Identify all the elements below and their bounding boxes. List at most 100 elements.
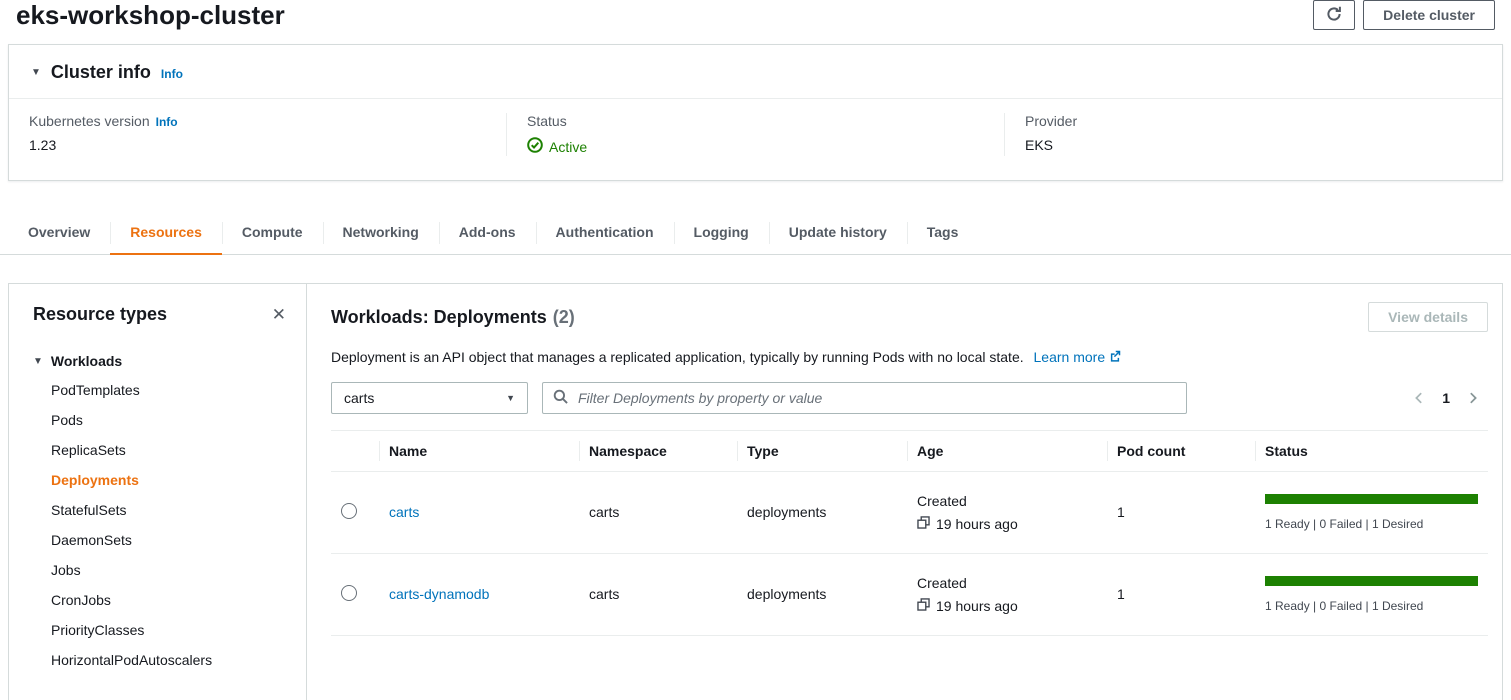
sidebar-item-horizontalpodautoscalers[interactable]: HorizontalPodAutoscalers — [51, 645, 286, 675]
selection-cell — [331, 471, 379, 553]
selection-column-header — [331, 430, 379, 471]
tab-authentication[interactable]: Authentication — [536, 211, 674, 254]
sidebar-item-statefulsets[interactable]: StatefulSets — [51, 495, 286, 525]
col-header-status: Status — [1255, 430, 1488, 471]
sidebar-item-pods[interactable]: Pods — [51, 405, 286, 435]
tab-update-history[interactable]: Update history — [769, 211, 907, 254]
sidebar-item-cronjobs[interactable]: CronJobs — [51, 585, 286, 615]
age-relative-text: 19 hours ago — [936, 516, 1018, 532]
kubernetes-version-value: 1.23 — [29, 137, 486, 153]
tab-tags[interactable]: Tags — [907, 211, 979, 254]
view-details-button[interactable]: View details — [1368, 302, 1488, 332]
selection-cell — [331, 553, 379, 635]
row-radio-button[interactable] — [341, 503, 357, 519]
deployment-name-link[interactable]: carts — [389, 504, 419, 520]
header-actions: Delete cluster — [1313, 0, 1495, 30]
resource-types-header: Resource types ✕ — [33, 304, 286, 325]
type-cell: deployments — [737, 553, 907, 635]
cluster-info-body: Kubernetes version Info 1.23 Status Activ… — [9, 99, 1502, 180]
status-label: Status — [527, 113, 984, 129]
page-header: eks-workshop-cluster Delete cluster — [0, 0, 1511, 30]
kubernetes-version-info-link[interactable]: Info — [156, 115, 178, 129]
table-header-row: Name Namespace Type Age Pod count Status — [331, 430, 1488, 471]
namespace-cell: carts — [579, 553, 737, 635]
deployments-header: Workloads: Deployments (2) View details — [331, 302, 1488, 332]
namespace-filter-dropdown[interactable]: carts ▼ — [331, 382, 528, 414]
previous-page-button[interactable] — [1412, 391, 1426, 405]
deployment-name-link[interactable]: carts-dynamodb — [389, 586, 489, 602]
sidebar-item-replicasets[interactable]: ReplicaSets — [51, 435, 286, 465]
tab-logging[interactable]: Logging — [674, 211, 769, 254]
resource-types-sidebar: Resource types ✕ ▼ Workloads PodTemplate… — [9, 284, 307, 700]
check-circle-icon — [527, 137, 543, 156]
deployments-table: Name Namespace Type Age Pod count Status… — [331, 430, 1488, 636]
age-created-label: Created — [917, 493, 1097, 509]
search-box — [542, 382, 1187, 414]
table-row: carts carts deployments Created 19 hours… — [331, 471, 1488, 553]
resource-tree: ▼ Workloads PodTemplates Pods ReplicaSet… — [33, 353, 286, 675]
tab-addons[interactable]: Add-ons — [439, 211, 536, 254]
delete-cluster-button[interactable]: Delete cluster — [1363, 0, 1495, 30]
tab-compute[interactable]: Compute — [222, 211, 323, 254]
age-cell: Created 19 hours ago — [907, 471, 1107, 553]
dropdown-selected-value: carts — [344, 390, 374, 406]
status-cell: 1 Ready | 0 Failed | 1 Desired — [1255, 471, 1488, 553]
sidebar-item-deployments[interactable]: Deployments — [51, 465, 286, 495]
col-header-name: Name — [379, 430, 579, 471]
cluster-info-info-link[interactable]: Info — [161, 67, 183, 81]
dropdown-caret-icon: ▼ — [506, 393, 515, 403]
cluster-info-title: Cluster info — [51, 62, 151, 83]
sidebar-item-jobs[interactable]: Jobs — [51, 555, 286, 585]
cluster-info-panel: ▼ Cluster info Info Kubernetes version In… — [8, 44, 1503, 181]
sidebar-item-daemonsets[interactable]: DaemonSets — [51, 525, 286, 555]
name-cell: carts-dynamodb — [379, 553, 579, 635]
tab-resources[interactable]: Resources — [110, 211, 222, 254]
description-text: Deployment is an API object that manages… — [331, 349, 1024, 365]
cluster-tabs: Overview Resources Compute Networking Ad… — [0, 211, 1511, 255]
workloads-group-toggle[interactable]: ▼ Workloads — [33, 353, 286, 369]
current-page[interactable]: 1 — [1442, 390, 1450, 406]
status-active-text: Active — [549, 139, 587, 155]
table-row: carts-dynamodb carts deployments Created… — [331, 553, 1488, 635]
type-cell: deployments — [737, 471, 907, 553]
resources-content: Resource types ✕ ▼ Workloads PodTemplate… — [8, 283, 1503, 700]
tab-networking[interactable]: Networking — [323, 211, 439, 254]
close-icon[interactable]: ✕ — [272, 306, 286, 323]
age-relative-text: 19 hours ago — [936, 598, 1018, 614]
external-link-icon — [1109, 348, 1121, 368]
provider-value: EKS — [1025, 137, 1482, 153]
deployments-description: Deployment is an API object that manages… — [331, 348, 1488, 368]
deployments-count: (2) — [553, 307, 575, 327]
status-cell: 1 Ready | 0 Failed | 1 Desired — [1255, 553, 1488, 635]
age-icon — [917, 598, 930, 614]
provider-label: Provider — [1025, 113, 1482, 129]
provider-field: Provider EKS — [1004, 113, 1502, 156]
deployments-panel: Workloads: Deployments (2) View details D… — [307, 284, 1502, 700]
age-icon — [917, 516, 930, 532]
deployments-title: Workloads: Deployments (2) — [331, 307, 575, 328]
deployments-title-text: Workloads: Deployments — [331, 307, 547, 327]
col-header-pod-count: Pod count — [1107, 430, 1255, 471]
tab-overview[interactable]: Overview — [8, 211, 110, 254]
sidebar-item-podtemplates[interactable]: PodTemplates — [51, 375, 286, 405]
status-field: Status Active — [506, 113, 1004, 156]
filter-input[interactable] — [576, 389, 1176, 407]
search-icon — [553, 389, 568, 407]
col-header-type: Type — [737, 430, 907, 471]
pagination: 1 — [1412, 390, 1488, 406]
filter-row: carts ▼ 1 — [331, 382, 1488, 414]
sidebar-item-priorityclasses[interactable]: PriorityClasses — [51, 615, 286, 645]
learn-more-link[interactable]: Learn more — [1034, 348, 1122, 368]
workloads-group-label: Workloads — [51, 353, 122, 369]
status-text: 1 Ready | 0 Failed | 1 Desired — [1265, 599, 1478, 613]
name-cell: carts — [379, 471, 579, 553]
page-title: eks-workshop-cluster — [16, 0, 285, 30]
row-radio-button[interactable] — [341, 585, 357, 601]
workloads-items: PodTemplates Pods ReplicaSets Deployment… — [33, 375, 286, 675]
collapse-caret-icon[interactable]: ▼ — [31, 67, 41, 78]
kubernetes-version-label: Kubernetes version — [29, 113, 150, 129]
col-header-namespace: Namespace — [579, 430, 737, 471]
refresh-button[interactable] — [1313, 0, 1355, 30]
next-page-button[interactable] — [1466, 391, 1480, 405]
pod-count-cell: 1 — [1107, 471, 1255, 553]
